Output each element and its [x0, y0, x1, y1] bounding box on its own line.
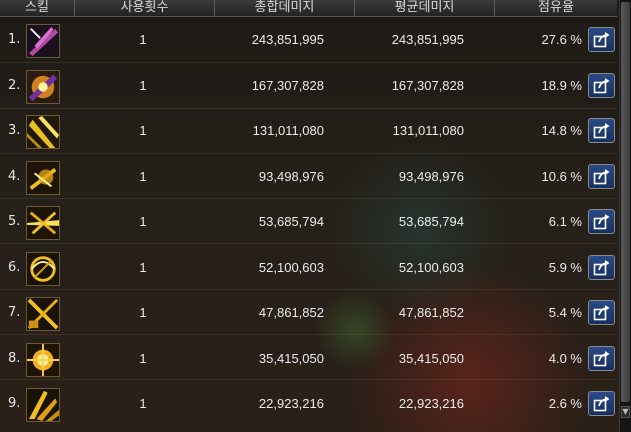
damage-share: 5.4 % [548, 305, 582, 320]
average-damage: 22,923,216 [398, 396, 464, 411]
gold-explosion-skill-icon[interactable] [26, 342, 60, 377]
use-count: 1 [139, 77, 147, 93]
vertical-scrollbar[interactable]: ▼ [619, 0, 631, 432]
gold-cross-skill-icon[interactable] [26, 297, 60, 331]
table-row: 6. 1 52,100,603 52,100,603 5.9 % [0, 245, 617, 290]
gold-slash-skill-icon[interactable] [26, 115, 60, 149]
use-count: 1 [139, 168, 147, 184]
share-button[interactable] [588, 391, 615, 416]
total-damage: 93,498,976 [258, 168, 324, 184]
damage-share: 18.9 % [541, 77, 582, 93]
share-icon [593, 305, 610, 321]
table-row: 9. 1 22,923,216 22,923,216 2.6 % [0, 381, 617, 426]
gold-strike-skill-icon[interactable] [26, 160, 60, 195]
share-icon [593, 350, 610, 366]
gold-wing-skill-icon[interactable] [26, 388, 60, 422]
rank-number: 3. [8, 123, 21, 138]
average-damage: 35,415,050 [398, 350, 464, 366]
total-damage: 167,307,828 [251, 77, 324, 93]
share-button[interactable] [588, 27, 615, 52]
table-row: 5. 1 53,685,794 53,685,794 6.1 % [0, 199, 617, 244]
header-share[interactable]: 점유율 [495, 0, 617, 16]
damage-share: 5.9 % [548, 259, 582, 275]
rank-number: 9. [8, 396, 21, 411]
use-count: 1 [139, 214, 147, 229]
share-icon [593, 77, 610, 93]
share-button[interactable] [588, 254, 615, 280]
share-button[interactable] [588, 163, 615, 189]
rank-number: 8. [8, 350, 21, 366]
share-icon [593, 32, 610, 48]
average-damage: 53,685,794 [398, 214, 464, 229]
dark-slash-skill-icon[interactable] [26, 24, 60, 58]
share-button[interactable] [588, 209, 615, 234]
share-icon [593, 123, 610, 139]
share-icon [593, 259, 610, 275]
total-damage: 131,011,080 [252, 123, 324, 138]
average-damage: 93,498,976 [398, 168, 464, 184]
rank-number: 5. [8, 214, 21, 229]
table-row: 8. 1 35,415,050 35,415,050 4.0 % [0, 336, 617, 381]
table-row: 2. 1 167,307,828 167,307,828 18.9 % [0, 63, 617, 108]
total-damage: 22,923,216 [258, 396, 324, 411]
damage-share: 6.1 % [548, 214, 582, 229]
scroll-down-arrow-icon[interactable]: ▼ [621, 406, 630, 418]
use-count: 1 [139, 32, 147, 47]
share-button[interactable] [588, 118, 615, 143]
header-count[interactable]: 사용횟수 [75, 0, 215, 16]
table-row: 4. 1 93,498,976 93,498,976 10.6 % [0, 154, 617, 199]
share-button[interactable] [588, 300, 615, 325]
gold-burst-skill-icon[interactable] [26, 206, 60, 240]
use-count: 1 [139, 259, 147, 275]
rank-number: 4. [8, 168, 21, 184]
header-skill[interactable]: 스킬 [0, 0, 75, 16]
scroll-thumb[interactable] [621, 2, 630, 402]
share-icon [593, 168, 610, 184]
average-damage: 167,307,828 [391, 77, 464, 93]
average-damage: 131,011,080 [392, 123, 464, 138]
table-row: 1. 1 243,851,995 243,851,995 27.6 % [0, 17, 617, 62]
gold-whirl-skill-icon[interactable] [26, 251, 60, 286]
damage-share: 10.6 % [541, 168, 582, 184]
total-damage: 243,851,995 [251, 32, 324, 47]
share-button[interactable] [588, 345, 615, 371]
use-count: 1 [139, 305, 147, 320]
average-damage: 47,861,852 [398, 305, 464, 320]
table-header: 스킬 사용횟수 총합데미지 평균데미지 점유율 [0, 0, 617, 17]
total-damage: 47,861,852 [258, 305, 324, 320]
purple-burst-skill-icon[interactable] [26, 69, 60, 104]
total-damage: 53,685,794 [258, 214, 324, 229]
header-total-damage[interactable]: 총합데미지 [215, 0, 355, 16]
rank-number: 7. [8, 305, 21, 320]
average-damage: 243,851,995 [391, 32, 464, 47]
share-button[interactable] [588, 72, 615, 98]
use-count: 1 [139, 396, 147, 411]
use-count: 1 [139, 123, 147, 138]
header-average-damage[interactable]: 평균데미지 [355, 0, 495, 16]
damage-share: 2.6 % [548, 396, 582, 411]
total-damage: 52,100,603 [258, 259, 324, 275]
use-count: 1 [139, 350, 147, 366]
table-row: 7. 1 47,861,852 47,861,852 5.4 % [0, 290, 617, 335]
total-damage: 35,415,050 [258, 350, 324, 366]
share-icon [593, 214, 610, 230]
average-damage: 52,100,603 [398, 259, 464, 275]
damage-share: 27.6 % [541, 32, 582, 47]
table-row: 3. 1 131,011,080 131,011,080 14.8 % [0, 108, 617, 153]
rank-number: 2. [8, 77, 21, 93]
rank-number: 1. [8, 32, 21, 47]
share-icon [593, 396, 610, 412]
rank-number: 6. [8, 259, 21, 275]
damage-share: 4.0 % [548, 350, 582, 366]
damage-share: 14.8 % [541, 123, 582, 138]
